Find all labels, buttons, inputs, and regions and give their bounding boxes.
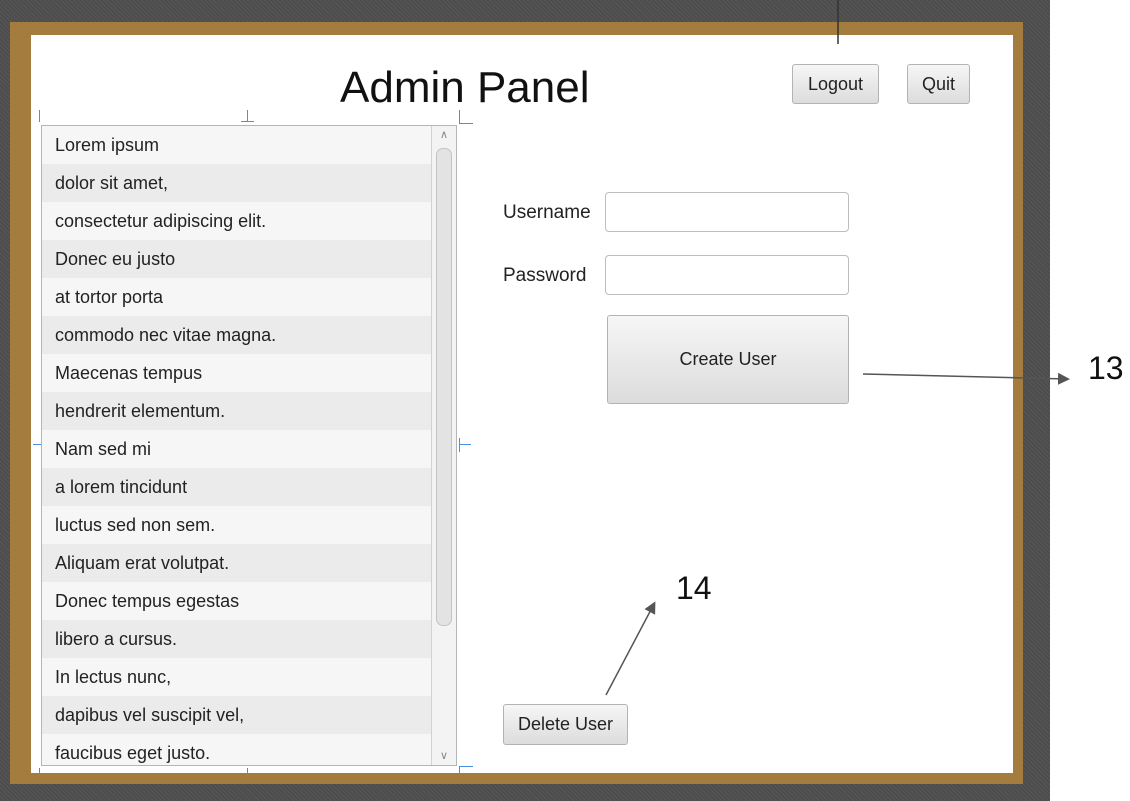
arrow-14 [605,601,656,696]
arrow-13 [862,372,1070,385]
callout-14: 14 [676,570,712,606]
callout-arrows [605,0,1070,696]
callout-13: 13 [1088,350,1124,386]
